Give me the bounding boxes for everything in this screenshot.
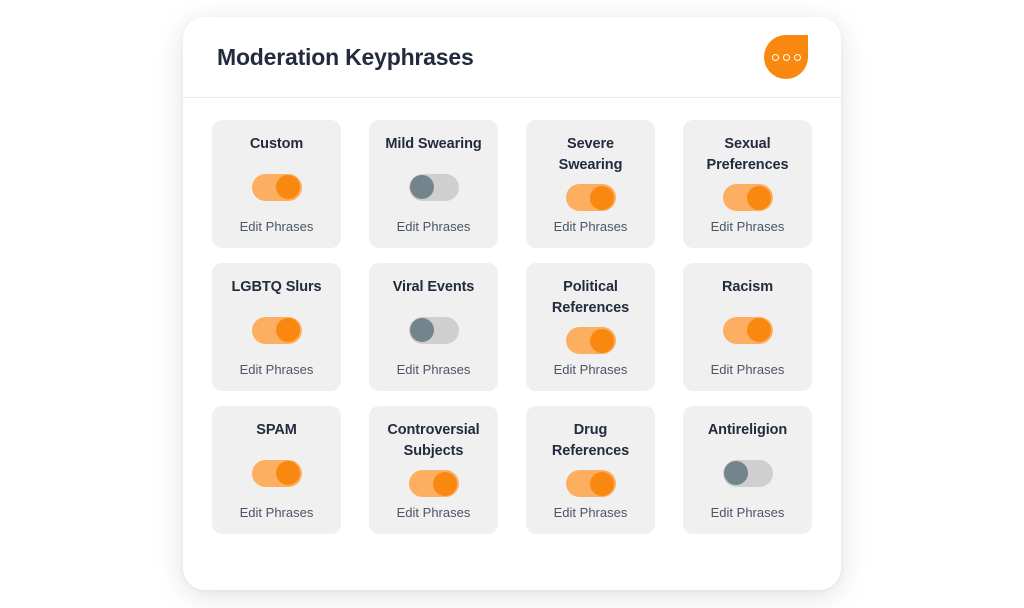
card-toggle-row (691, 176, 804, 219)
toggle-knob (747, 186, 771, 210)
badge-dot-2 (783, 54, 790, 61)
keyphrase-card-lgbtq-slurs: LGBTQ Slurs Edit Phrases (212, 263, 341, 391)
card-title: Racism (722, 277, 773, 298)
toggle-drug-references[interactable] (566, 470, 616, 497)
keyphrase-card-political-references: Political References Edit Phrases (526, 263, 655, 391)
toggle-knob (276, 318, 300, 342)
card-title: Controversial Subjects (378, 420, 490, 462)
toggle-knob (276, 175, 300, 199)
card-title: Mild Swearing (385, 134, 481, 155)
card-toggle-row (534, 176, 647, 219)
toggle-knob (410, 175, 434, 199)
card-toggle-row (534, 462, 647, 505)
toggle-racism[interactable] (723, 317, 773, 344)
toggle-sexual-preferences[interactable] (723, 184, 773, 211)
keyphrase-card-custom: Custom Edit Phrases (212, 120, 341, 248)
panel-header: Moderation Keyphrases (183, 17, 841, 98)
card-title: Sexual Preferences (692, 134, 804, 176)
toggle-knob (410, 318, 434, 342)
toggle-custom[interactable] (252, 174, 302, 201)
card-toggle-row (377, 155, 490, 219)
card-toggle-row (220, 155, 333, 219)
moderation-keyphrases-panel: Moderation Keyphrases Custom Edit Phrases… (183, 17, 841, 590)
edit-phrases-link-drug-references[interactable]: Edit Phrases (554, 505, 628, 521)
keyphrase-card-drug-references: Drug References Edit Phrases (526, 406, 655, 534)
edit-phrases-link-viral-events[interactable]: Edit Phrases (397, 362, 471, 378)
edit-phrases-link-sexual-preferences[interactable]: Edit Phrases (711, 219, 785, 235)
edit-phrases-link-mild-swearing[interactable]: Edit Phrases (397, 219, 471, 235)
toggle-knob (724, 461, 748, 485)
chat-bubble-dots-icon[interactable] (764, 35, 808, 79)
toggle-viral-events[interactable] (409, 317, 459, 344)
keyphrase-card-viral-events: Viral Events Edit Phrases (369, 263, 498, 391)
toggle-knob (590, 329, 614, 353)
page-title: Moderation Keyphrases (217, 44, 474, 70)
toggle-knob (590, 186, 614, 210)
keyphrase-card-grid: Custom Edit Phrases Mild Swearing Edit Phra… (212, 120, 812, 534)
edit-phrases-link-antireligion[interactable]: Edit Phrases (711, 505, 785, 521)
toggle-lgbtq-slurs[interactable] (252, 317, 302, 344)
toggle-antireligion[interactable] (723, 460, 773, 487)
toggle-knob (590, 472, 614, 496)
card-toggle-row (691, 441, 804, 505)
screen: Moderation Keyphrases Custom Edit Phrases… (0, 0, 1024, 608)
toggle-spam[interactable] (252, 460, 302, 487)
edit-phrases-link-custom[interactable]: Edit Phrases (240, 219, 314, 235)
toggle-knob (747, 318, 771, 342)
card-title: Antireligion (708, 420, 787, 441)
card-title: SPAM (256, 420, 296, 441)
edit-phrases-link-spam[interactable]: Edit Phrases (240, 505, 314, 521)
card-toggle-row (377, 462, 490, 505)
toggle-controversial-subjects[interactable] (409, 470, 459, 497)
toggle-mild-swearing[interactable] (409, 174, 459, 201)
card-toggle-row (534, 319, 647, 362)
card-title: Political References (535, 277, 647, 319)
toggle-knob (276, 461, 300, 485)
edit-phrases-link-political-references[interactable]: Edit Phrases (554, 362, 628, 378)
card-title: Custom (250, 134, 303, 155)
toggle-knob (433, 472, 457, 496)
card-title: Viral Events (393, 277, 475, 298)
keyphrase-card-sexual-preferences: Sexual Preferences Edit Phrases (683, 120, 812, 248)
card-toggle-row (691, 298, 804, 362)
badge-dot-3 (794, 54, 801, 61)
edit-phrases-link-racism[interactable]: Edit Phrases (711, 362, 785, 378)
toggle-severe-swearing[interactable] (566, 184, 616, 211)
card-title: Drug References (535, 420, 647, 462)
card-toggle-row (220, 298, 333, 362)
edit-phrases-link-severe-swearing[interactable]: Edit Phrases (554, 219, 628, 235)
toggle-political-references[interactable] (566, 327, 616, 354)
card-title: LGBTQ Slurs (232, 277, 322, 298)
keyphrase-card-mild-swearing: Mild Swearing Edit Phrases (369, 120, 498, 248)
keyphrase-card-racism: Racism Edit Phrases (683, 263, 812, 391)
keyphrase-card-antireligion: Antireligion Edit Phrases (683, 406, 812, 534)
keyphrase-card-controversial-subjects: Controversial Subjects Edit Phrases (369, 406, 498, 534)
edit-phrases-link-lgbtq-slurs[interactable]: Edit Phrases (240, 362, 314, 378)
keyphrase-cards-region: Custom Edit Phrases Mild Swearing Edit Phra… (183, 98, 841, 534)
badge-dot-1 (772, 54, 779, 61)
card-toggle-row (220, 441, 333, 505)
card-toggle-row (377, 298, 490, 362)
keyphrase-card-severe-swearing: Severe Swearing Edit Phrases (526, 120, 655, 248)
edit-phrases-link-controversial-subjects[interactable]: Edit Phrases (397, 505, 471, 521)
keyphrase-card-spam: SPAM Edit Phrases (212, 406, 341, 534)
card-title: Severe Swearing (535, 134, 647, 176)
